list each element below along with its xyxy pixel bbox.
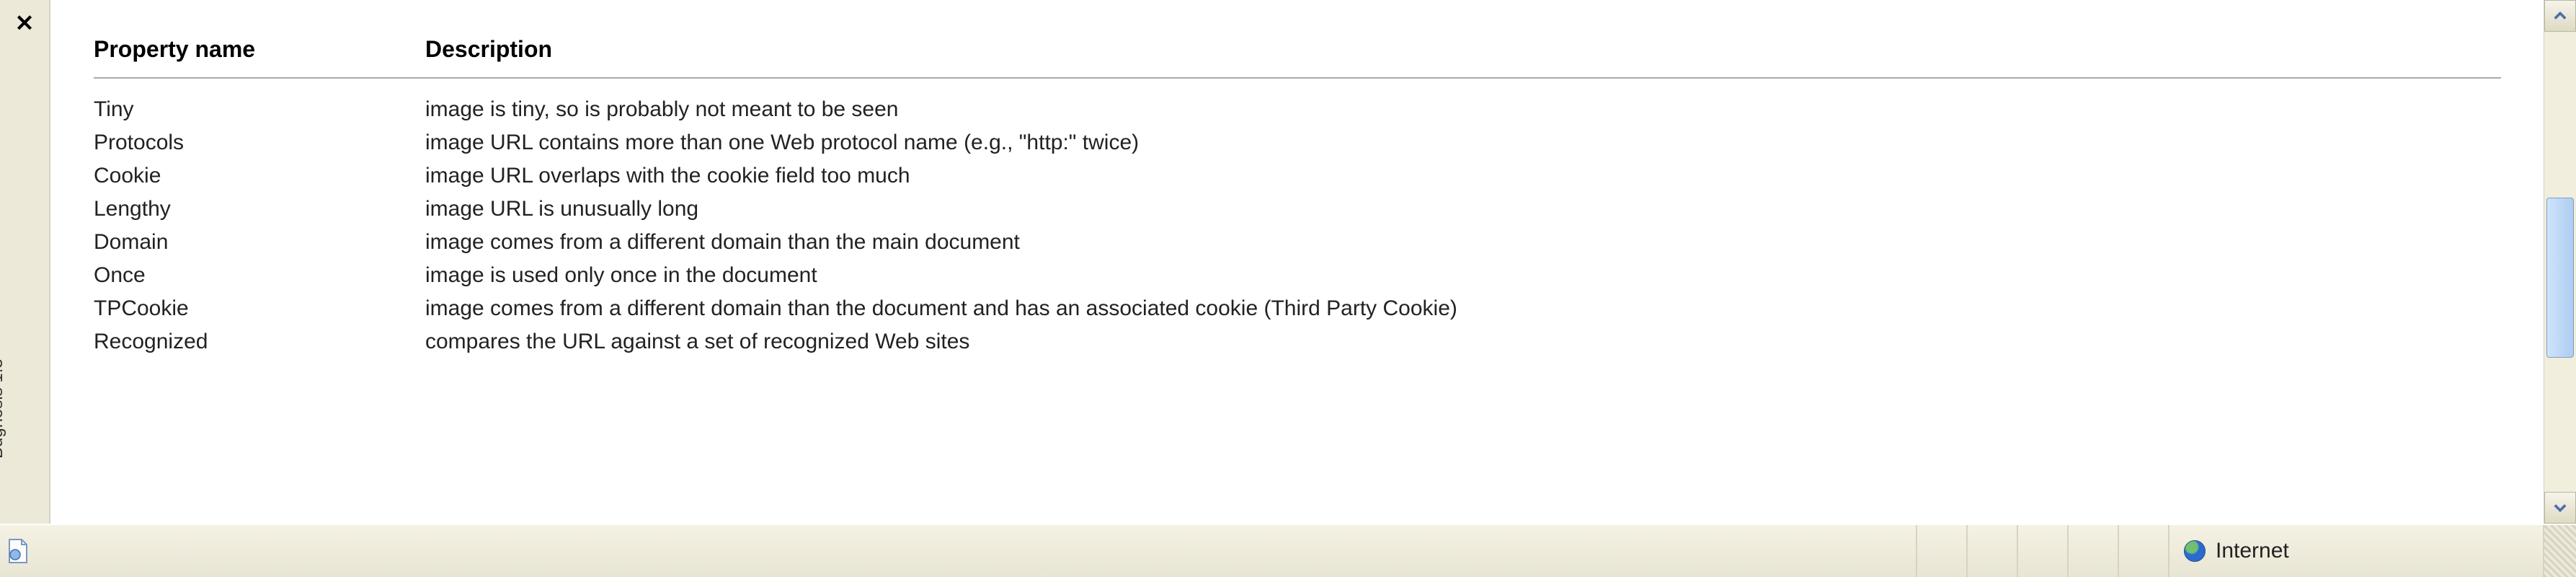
scroll-thumb[interactable]: [2546, 198, 2574, 358]
chevron-down-icon: [2554, 501, 2567, 514]
status-cells: Internet: [1916, 525, 2576, 577]
prop-name: TPCookie: [94, 292, 425, 325]
table-row: Onceimage is used only once in the docum…: [94, 259, 2501, 292]
status-cell: [2118, 525, 2168, 577]
prop-desc: image is used only once in the document: [425, 259, 2501, 292]
close-icon: ✕: [15, 10, 35, 36]
content-pane: Property name Description Tinyimage is t…: [50, 0, 2544, 524]
table-row: Cookieimage URL overlaps with the cookie…: [94, 159, 2501, 193]
resize-grip[interactable]: [2543, 525, 2576, 577]
prop-desc: image URL is unusually long: [425, 193, 2501, 226]
prop-name: Protocols: [94, 126, 425, 159]
properties-table: Property name Description Tinyimage is t…: [94, 22, 2501, 358]
scroll-track[interactable]: [2544, 32, 2576, 492]
prop-name: Tiny: [94, 78, 425, 126]
table-header-row: Property name Description: [94, 22, 2501, 78]
status-left: [0, 538, 1916, 564]
table-row: Lengthyimage URL is unusually long: [94, 193, 2501, 226]
prop-name: Once: [94, 259, 425, 292]
status-cell: [2017, 525, 2067, 577]
status-cell: [1916, 525, 1966, 577]
prop-name: Cookie: [94, 159, 425, 193]
side-panel: ✕ Bugnosis 1.3: [0, 0, 50, 524]
col-header-name: Property name: [94, 22, 425, 78]
status-cell: [1966, 525, 2017, 577]
chevron-up-icon: [2554, 9, 2567, 22]
table-row: Tinyimage is tiny, so is probably not me…: [94, 78, 2501, 126]
zone-label: Internet: [2216, 539, 2289, 563]
prop-name: Recognized: [94, 325, 425, 358]
vertical-scrollbar[interactable]: [2544, 0, 2576, 524]
prop-desc: image URL contains more than one Web pro…: [425, 126, 2501, 159]
globe-icon: [2184, 540, 2206, 562]
table-row: Protocolsimage URL contains more than on…: [94, 126, 2501, 159]
status-bar: Internet: [0, 524, 2576, 577]
panel-title: Bugnosis 1.3: [0, 358, 7, 459]
prop-name: Lengthy: [94, 193, 425, 226]
scroll-up-button[interactable]: [2544, 0, 2576, 32]
window: ✕ Bugnosis 1.3 Property name Description…: [0, 0, 2576, 577]
close-button[interactable]: ✕: [14, 13, 35, 33]
prop-desc: image comes from a different domain than…: [425, 292, 2501, 325]
prop-desc: compares the URL against a set of recogn…: [425, 325, 2501, 358]
prop-desc: image is tiny, so is probably not meant …: [425, 78, 2501, 126]
prop-desc: image comes from a different domain than…: [425, 226, 2501, 259]
table-row: TPCookieimage comes from a different dom…: [94, 292, 2501, 325]
page-icon: [7, 538, 29, 564]
prop-name: Domain: [94, 226, 425, 259]
col-header-desc: Description: [425, 22, 2501, 78]
table-row: Recognizedcompares the URL against a set…: [94, 325, 2501, 358]
prop-desc: image URL overlaps with the cookie field…: [425, 159, 2501, 193]
status-cell: [2067, 525, 2118, 577]
table-row: Domainimage comes from a different domai…: [94, 226, 2501, 259]
scroll-down-button[interactable]: [2544, 492, 2576, 524]
security-zone[interactable]: Internet: [2168, 525, 2543, 577]
